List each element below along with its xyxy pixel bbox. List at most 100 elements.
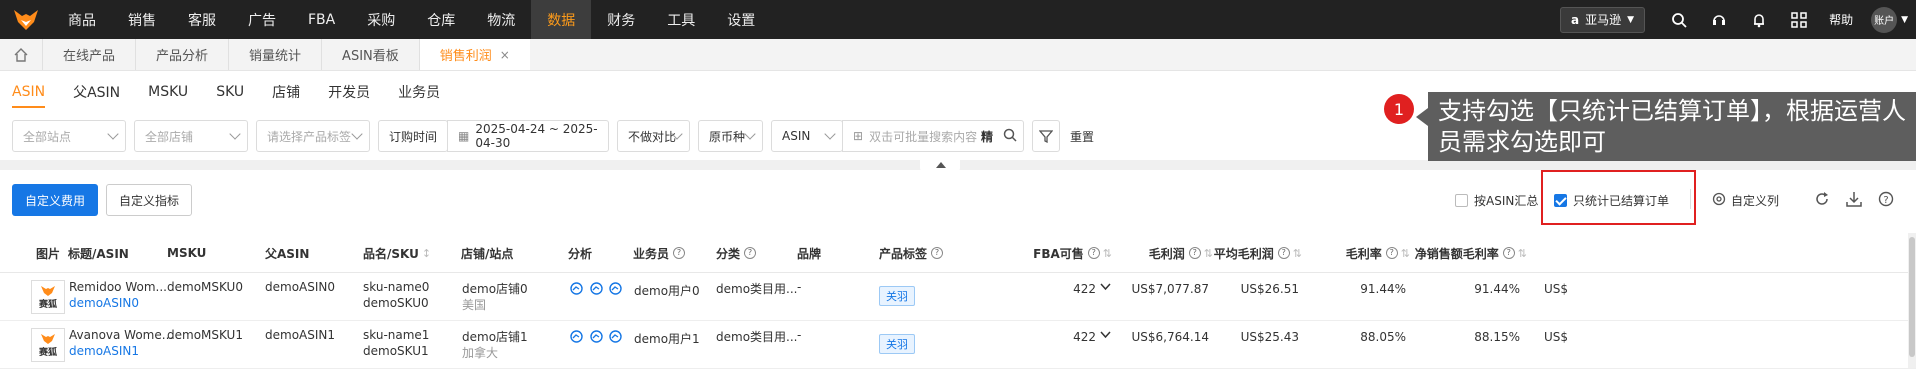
asin-summary-checkbox[interactable] [1455,193,1468,207]
refresh-analysis-icon[interactable] [609,282,622,298]
nav-item[interactable]: 设置 [711,0,771,39]
reset-button[interactable]: 重置 [1070,128,1094,145]
search-icon[interactable] [1003,128,1017,145]
apps-grid-icon[interactable] [1790,11,1808,29]
dimension-tab[interactable]: 开发员 [328,72,370,112]
page-tab[interactable]: ASIN看板 [321,39,419,70]
dimension-tab[interactable]: 店铺 [272,72,300,112]
help-circle-icon[interactable]: ? [673,247,686,259]
nav-item[interactable]: 商品 [52,0,112,39]
dimension-tab[interactable]: SKU [216,72,244,112]
fba-available[interactable]: 422 [1073,282,1096,296]
help-circle-icon[interactable]: ? [744,247,757,259]
filter-funnel-button[interactable] [1032,120,1060,152]
sort-icon[interactable]: ⇅ [1293,247,1302,260]
trend-chart-icon[interactable] [570,282,583,298]
column-header-label: 平均毛利润 [1213,246,1274,261]
dimension-tab[interactable]: MSKU [148,72,188,112]
nav-item[interactable]: 采购 [351,0,411,39]
product-thumbnail[interactable]: 赛狐 [31,328,65,362]
asin-summary-option[interactable]: 按ASIN汇总 [1455,190,1538,210]
nav-item[interactable]: 广告 [232,0,292,39]
dimension-tab[interactable]: 父ASIN [73,72,120,112]
nav-item[interactable]: 工具 [651,0,711,39]
column-header[interactable]: FBA可售? ⇅ [1033,233,1112,273]
sort-icon[interactable]: ↕ [422,247,431,260]
close-icon[interactable]: × [500,48,510,62]
nav-item[interactable]: 销售 [112,0,172,39]
help-circle-icon[interactable]: ? [1188,247,1201,259]
pie-chart-icon[interactable] [590,282,603,298]
exact-match-toggle[interactable]: 精 [981,128,993,145]
page-tab[interactable]: 产品分析 [135,39,228,70]
column-header: 产品标签? [879,233,944,273]
nav-item[interactable]: 仓库 [411,0,471,39]
dimension-tab[interactable]: 业务员 [398,72,440,112]
column-header[interactable]: 毛利率? ⇅ [1346,233,1410,273]
fba-available[interactable]: 422 [1073,330,1096,344]
compare-select[interactable]: 不做对比 [617,120,690,152]
help-circle-icon[interactable]: ? [1277,247,1290,259]
help-circle-icon[interactable]: ? [1385,247,1398,259]
product-tag-select[interactable]: 请选择产品标签 [256,120,370,152]
table-row[interactable]: 赛狐 Remidoo Wom... demoASIN0 demoMSKU0 demoAS… [0,274,1916,321]
help-link[interactable]: 帮助 [1829,11,1853,28]
asin-link[interactable]: demoASIN0 [69,296,139,310]
nav-item[interactable]: FBA [292,0,351,39]
custom-fee-button[interactable]: 自定义费用 [12,184,98,216]
nav-item[interactable]: 财务 [591,0,651,39]
vertical-scrollbar[interactable] [1908,233,1916,368]
sort-icon[interactable]: ⇅ [1401,247,1410,260]
nav-item[interactable]: 物流 [471,0,531,39]
search-icon[interactable] [1670,11,1688,29]
account-avatar[interactable]: 账户 [1871,6,1898,33]
home-icon[interactable] [0,39,42,70]
headset-icon[interactable] [1710,11,1728,29]
help-circle-icon[interactable]: ? [1878,191,1894,207]
nav-item[interactable]: 客服 [172,0,232,39]
sort-icon[interactable]: ⇅ [1103,247,1112,260]
currency-select[interactable]: 原币种 [698,120,763,152]
sort-icon[interactable]: ⇅ [1204,247,1213,260]
help-circle-icon[interactable]: ? [1087,247,1100,259]
help-circle-icon[interactable]: ? [931,247,944,259]
asin-link[interactable]: demoASIN1 [69,344,139,358]
site-select[interactable]: 全部站点 [12,120,126,152]
column-header[interactable]: 平均毛利润? ⇅ [1214,233,1302,273]
time-type-select[interactable]: 订购时间 [378,120,448,152]
shop-select[interactable]: 全部店铺 [134,120,248,152]
date-range-picker[interactable]: ▦ 2025-04-24 ~ 2025-04-30 [447,120,609,152]
column-header[interactable]: 毛利润? ⇅ [1149,233,1213,273]
chevron-down-icon[interactable]: ▼ [1901,15,1908,25]
chevron-down-icon[interactable] [1100,281,1111,295]
refresh-icon[interactable] [1814,191,1830,207]
download-icon[interactable] [1846,191,1862,207]
collapse-caret-icon[interactable] [920,160,960,172]
chevron-down-icon[interactable] [1100,329,1111,343]
sort-icon[interactable]: ⇅ [1518,247,1527,260]
page-tab[interactable]: 在线产品 [42,39,135,70]
bell-icon[interactable] [1750,11,1768,29]
trend-chart-icon[interactable] [570,330,583,346]
custom-metric-button[interactable]: 自定义指标 [106,184,192,216]
page-tab[interactable]: 销售利润 × [418,39,530,70]
search-input[interactable]: ⊞ 双击可批量搜索内容 精 [842,120,1024,152]
custom-columns-button[interactable]: 自定义列 [1712,190,1779,210]
refresh-analysis-icon[interactable] [609,330,622,346]
product-thumbnail[interactable]: 赛狐 [31,280,65,314]
column-header[interactable]: 净销售额毛利率? ⇅ [1415,233,1527,273]
search-field-select[interactable]: ASIN [771,120,843,152]
dimension-tab[interactable]: ASIN [12,72,46,112]
fox-logo-icon[interactable] [0,0,52,39]
column-header[interactable]: 品名/SKU ↕ [363,233,431,273]
marketplace-selector[interactable]: a 亚马逊 ▼ [1560,6,1646,33]
table-row[interactable]: 赛狐 Avanova Wome... demoASIN1 demoMSKU1 demoA… [0,322,1916,369]
pie-chart-icon[interactable] [590,330,603,346]
product-title[interactable]: Remidoo Wom... [69,280,167,294]
parent-asin-value: demoASIN0 [265,280,336,294]
product-title[interactable]: Avanova Wome... [69,328,173,342]
page-tab[interactable]: 销量统计 [228,39,321,70]
sku-value: demoSKU0 [363,296,429,310]
help-circle-icon[interactable]: ? [1502,247,1515,259]
nav-item[interactable]: 数据 [531,0,592,39]
